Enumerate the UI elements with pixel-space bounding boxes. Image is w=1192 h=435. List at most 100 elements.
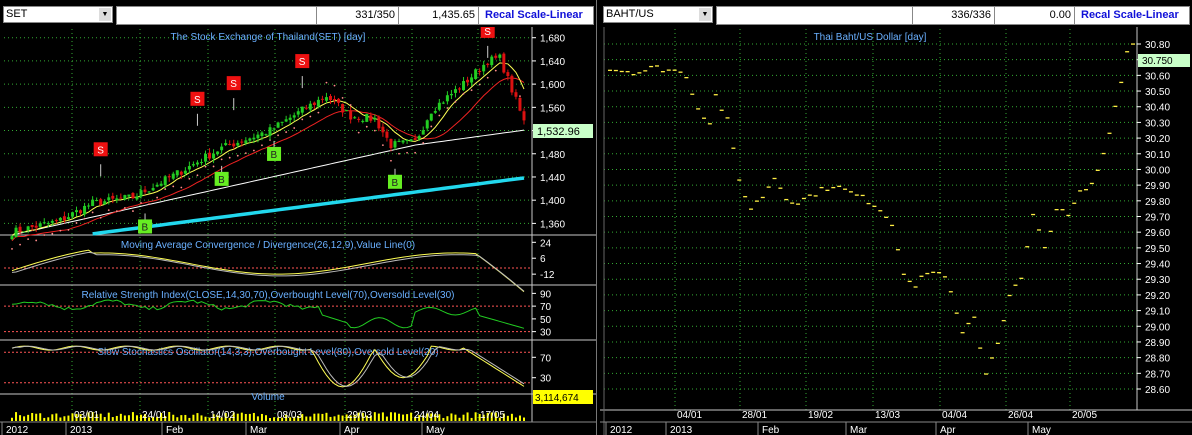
volume-bar (373, 412, 376, 421)
sar-dot (398, 152, 400, 155)
date-label: 03/01 (74, 410, 99, 421)
set-chart-canvas[interactable]: The Stock Exchange of Thailand(SET) [day… (0, 27, 596, 435)
volume-bar (514, 417, 517, 421)
candle-body (457, 88, 461, 90)
candle-body (123, 195, 127, 200)
rate-label: 30.750 (1142, 56, 1173, 67)
volume-bar (510, 413, 513, 421)
rate-tick-label: 29.70 (1145, 213, 1170, 224)
sar-dot (494, 69, 497, 72)
date-label: 24/04 (414, 410, 439, 421)
baht-chart-pane[interactable]: BAHT/US ▼ 336/336 0.00 Recal Scale-Linea… (600, 0, 1192, 435)
sar-dot (357, 131, 360, 134)
sar-dot (430, 125, 433, 128)
candle-body (316, 99, 320, 107)
candle-body (127, 194, 131, 197)
volume-bar (131, 412, 134, 421)
chevron-down-icon[interactable]: ▼ (99, 8, 111, 21)
candle-body (341, 104, 345, 113)
volume-bar (333, 416, 336, 421)
stoch-tick-label: 70 (540, 353, 552, 364)
volume-title: Volume (251, 392, 285, 403)
signal-label: S (230, 79, 237, 90)
volume-bar (176, 417, 179, 421)
volume-bar (337, 414, 340, 421)
candle-body (369, 115, 373, 121)
candle-body (470, 77, 474, 83)
rate-tick-label: 29.90 (1145, 181, 1170, 192)
volume-bar (47, 417, 50, 421)
candle-body (433, 111, 437, 113)
volume-bar (204, 416, 207, 421)
volume-bar (135, 415, 138, 421)
rate-tick-label: 30.50 (1145, 87, 1170, 98)
macd-panel: Moving Average Convergence / Divergence(… (4, 238, 555, 293)
sar-dot (438, 114, 441, 117)
symbol-select-baht[interactable]: BAHT/US ▼ (603, 6, 713, 23)
candle-body (441, 102, 445, 104)
volume-bar (11, 417, 13, 421)
sar-dot (107, 209, 110, 211)
volume-bar (244, 413, 247, 421)
last-value-cell: 1,435.65 (399, 7, 479, 24)
candle-body (417, 136, 421, 140)
month-label: Mar (850, 425, 868, 435)
candle-body (328, 95, 332, 100)
candle-body (119, 197, 123, 199)
rsi-title: Relative Strength Index(CLOSE,14,30,70),… (82, 290, 455, 301)
recal-scale-button[interactable]: Recal Scale-Linear (1081, 7, 1191, 24)
set-chart-pane[interactable]: SET ▼ 331/350 1,435.65 Recal Scale-Linea… (0, 0, 596, 435)
price-tick-label: 1,400 (540, 196, 565, 207)
rate-tick-label: 28.70 (1145, 369, 1170, 380)
sar-dot (381, 144, 384, 147)
sar-dot (204, 165, 207, 168)
candle-body (131, 192, 135, 199)
sar-dot (180, 186, 183, 189)
sar-dot (349, 104, 352, 106)
volume-bar (341, 415, 344, 421)
rate-tick-label: 29.60 (1145, 228, 1170, 239)
sar-dot (478, 83, 481, 86)
volume-bar (317, 413, 320, 421)
volume-bar (248, 413, 251, 421)
candle-body (95, 200, 99, 202)
volume-bar (313, 413, 316, 421)
candle-body (466, 79, 470, 83)
date-label: 20/05 (1072, 410, 1097, 421)
candle-body (284, 119, 288, 122)
candle-body (486, 63, 490, 65)
candle-body (280, 121, 284, 123)
sar-dot (220, 158, 223, 161)
candle-body (107, 197, 111, 201)
baht-chart-canvas[interactable]: Thai Baht/US Dollar [day] 30.8030.7030.6… (600, 27, 1192, 435)
volume-bar (107, 412, 110, 421)
volume-bar (184, 414, 187, 421)
candle-body (510, 75, 514, 93)
rate-tick-label: 30.60 (1145, 71, 1170, 82)
volume-bar (385, 416, 388, 421)
candle-body (272, 128, 276, 130)
candle-body (248, 138, 252, 141)
sar-dot (373, 129, 376, 132)
volume-bar (35, 413, 38, 421)
candle-body (30, 224, 34, 227)
candle-body (14, 227, 18, 238)
candle-body (385, 131, 389, 138)
candle-body (79, 210, 83, 214)
candle-body (191, 164, 195, 166)
volume-bar (168, 412, 171, 421)
rate-tick-label: 30.40 (1145, 103, 1170, 114)
candle-body (502, 53, 506, 73)
volume-bar (23, 416, 26, 421)
candle-body (498, 54, 502, 58)
recal-scale-button[interactable]: Recal Scale-Linear (485, 7, 595, 24)
date-label: 17/05 (480, 410, 505, 421)
sar-dot (91, 211, 94, 214)
sar-dot (35, 239, 38, 242)
chevron-down-icon[interactable]: ▼ (699, 8, 711, 21)
counter-cell: 336/336 (913, 7, 995, 24)
macd-tick-label: -12 (540, 270, 555, 281)
signal-label: S (299, 57, 306, 68)
date-label: 04/01 (677, 410, 702, 421)
symbol-select-set[interactable]: SET ▼ (3, 6, 113, 23)
